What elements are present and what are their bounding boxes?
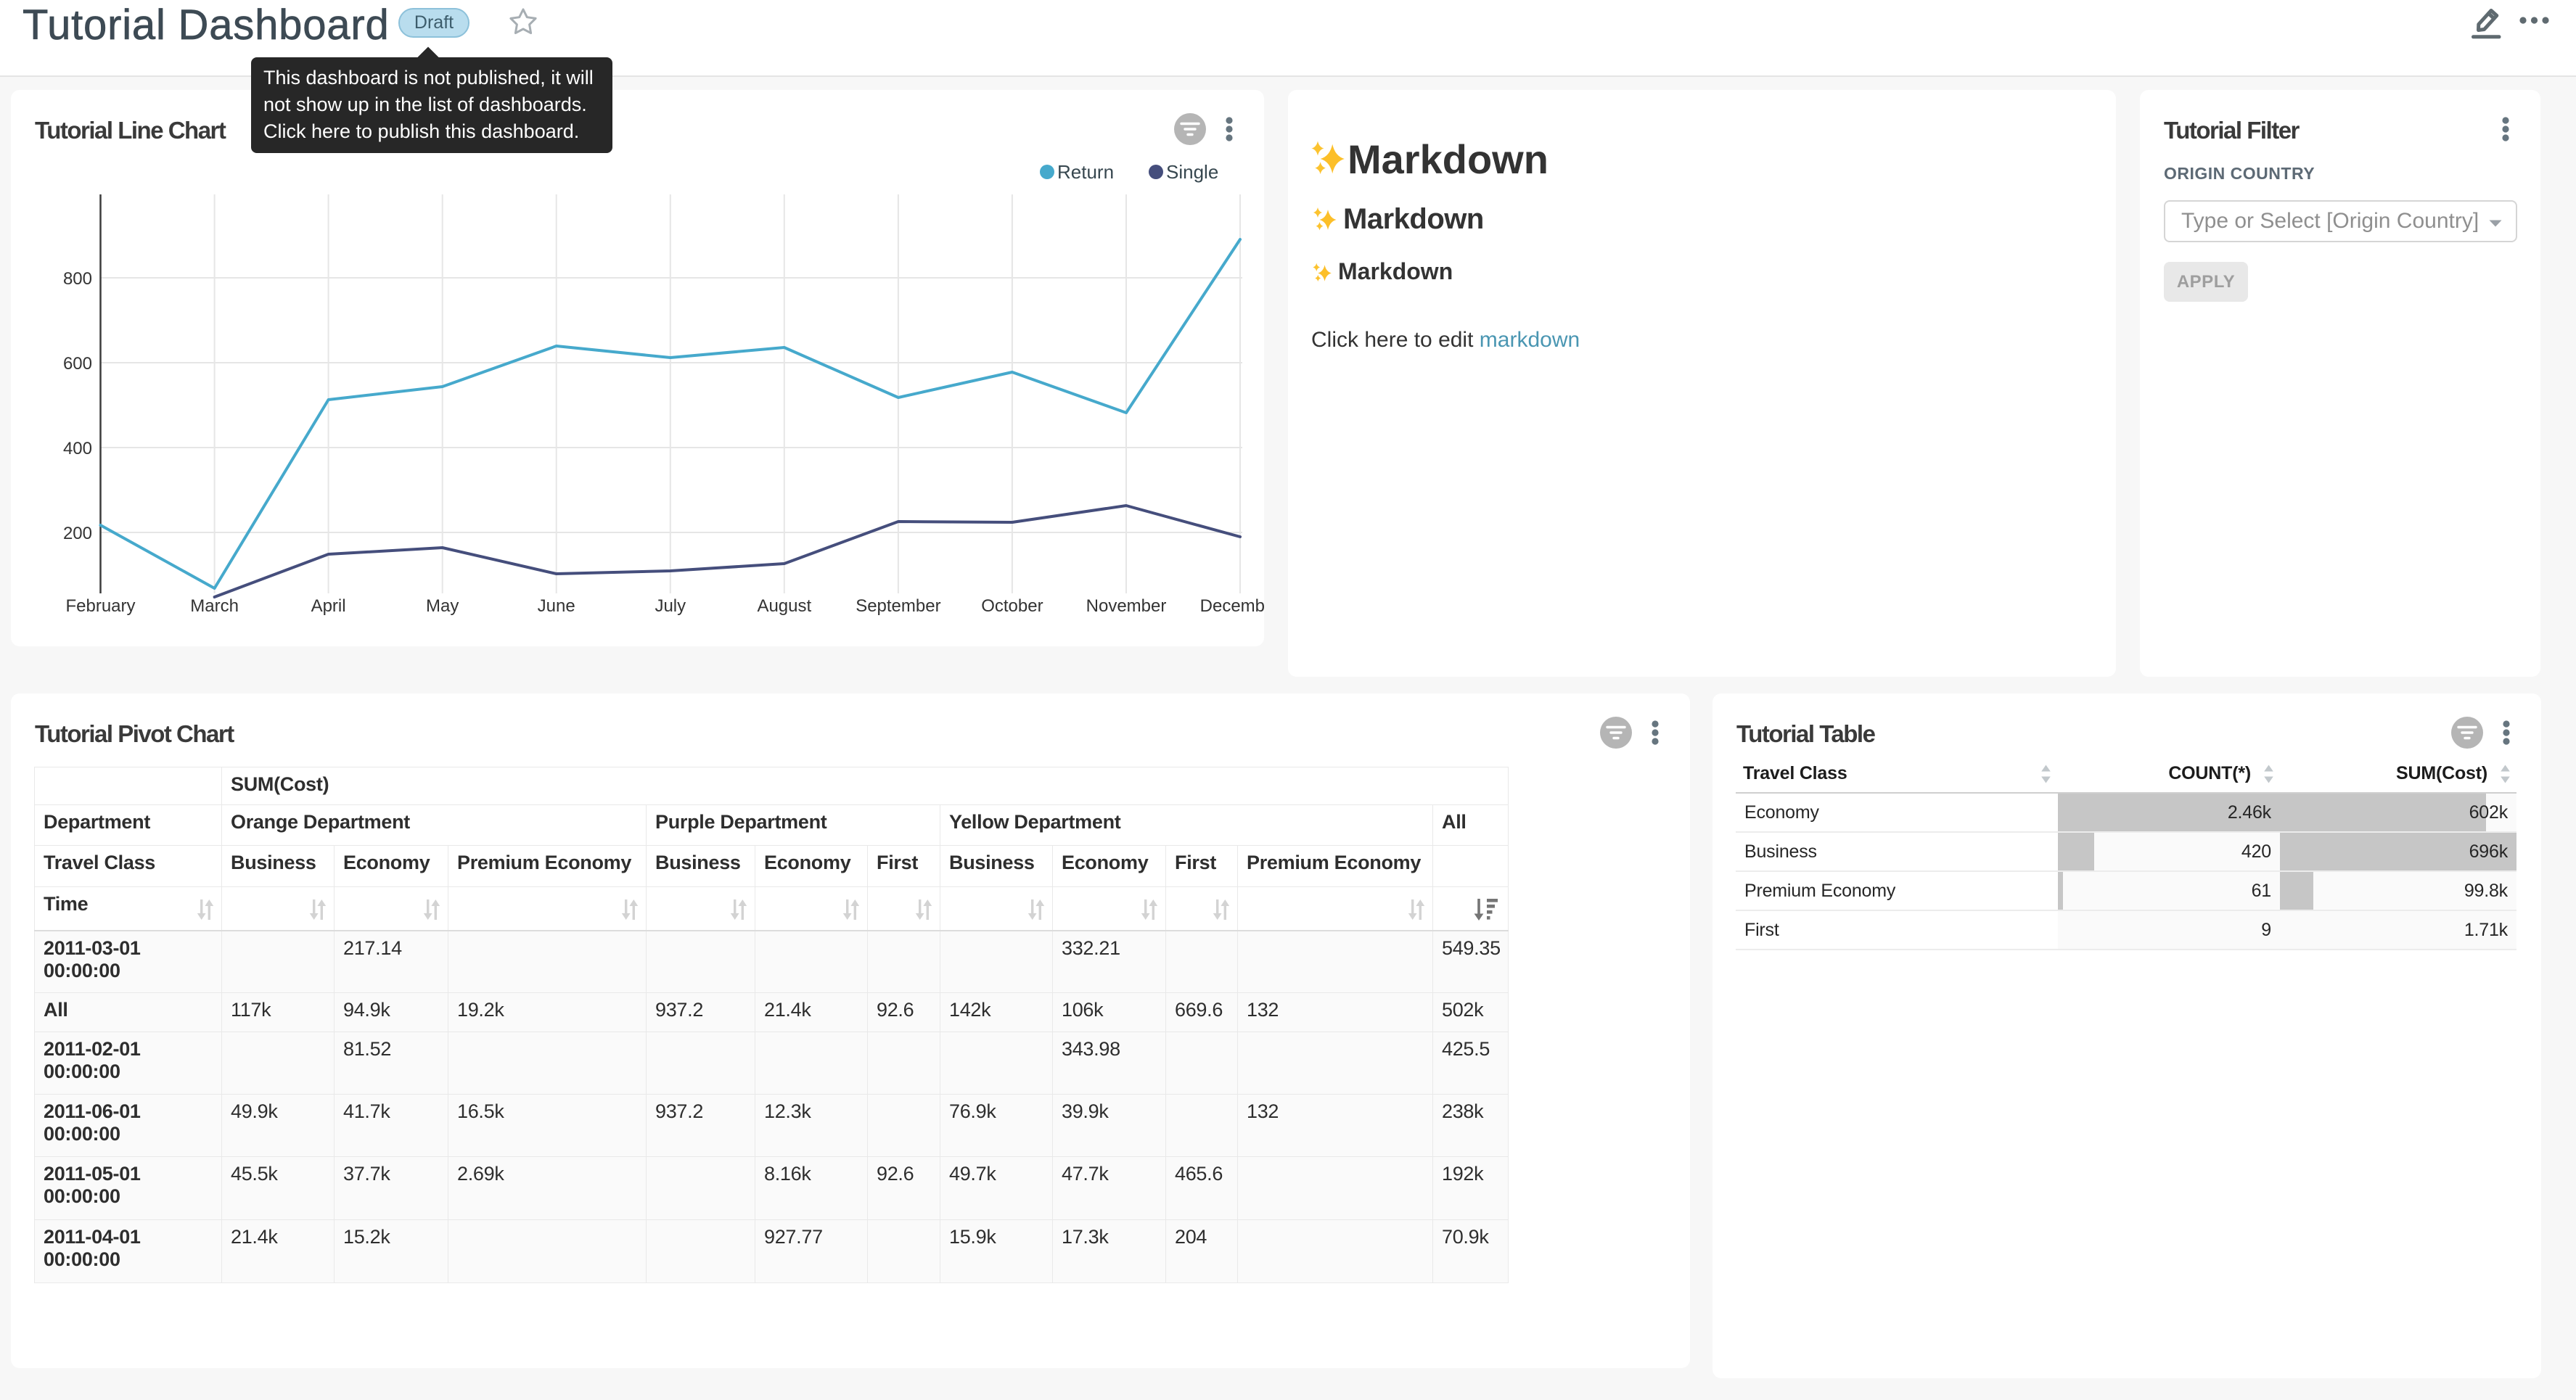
svg-text:Return: Return: [1057, 161, 1114, 183]
svg-text:September: September: [856, 596, 940, 616]
svg-text:October: October: [981, 596, 1043, 616]
svg-text:May: May: [426, 596, 459, 616]
svg-text:November: November: [1086, 596, 1167, 616]
svg-text:Single: Single: [1166, 161, 1218, 183]
svg-text:June: June: [538, 596, 575, 616]
svg-text:April: April: [311, 596, 346, 616]
svg-text:200: 200: [63, 524, 92, 543]
svg-text:800: 800: [63, 269, 92, 289]
svg-text:December: December: [1200, 596, 1264, 616]
svg-text:February: February: [65, 596, 135, 616]
svg-text:August: August: [757, 596, 811, 616]
svg-text:600: 600: [63, 354, 92, 374]
svg-text:July: July: [655, 596, 686, 616]
svg-text:400: 400: [63, 439, 92, 458]
svg-text:March: March: [190, 596, 239, 616]
